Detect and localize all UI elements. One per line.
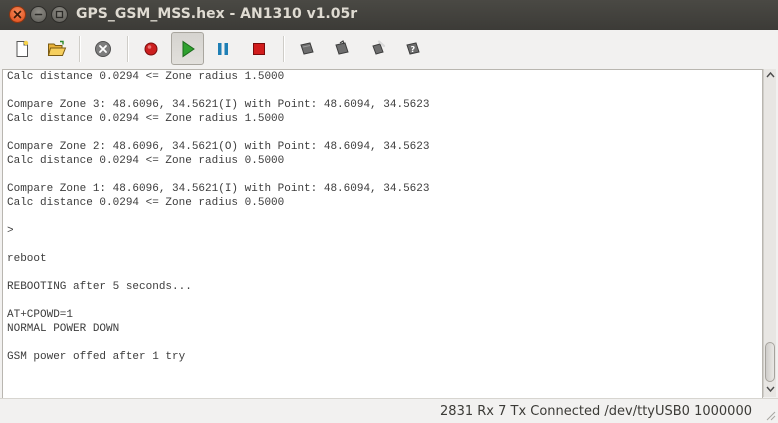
console-line: Compare Zone 3: 48.6096, 34.5621(I) with…: [7, 99, 430, 111]
console-output[interactable]: Calc distance 0.0294 <= Zone radius 1.50…: [2, 69, 763, 399]
read-device-button[interactable]: [292, 34, 322, 64]
close-window-button[interactable]: [9, 6, 26, 23]
open-folder-icon: [47, 40, 67, 56]
chip-erase-icon: [372, 40, 386, 55]
connection-status: 2831 Rx 7 Tx Connected /dev/ttyUSB0 1000…: [440, 404, 752, 419]
record-icon: [144, 42, 158, 56]
chip-write-icon: [335, 40, 349, 55]
window-title: GPS_GSM_MSS.hex - AN1310 v1.05r: [76, 6, 358, 22]
console-line: Compare Zone 1: 48.6096, 34.5621(I) with…: [7, 183, 430, 195]
open-file-button[interactable]: [42, 34, 72, 64]
application-window: GPS_GSM_MSS.hex - AN1310 v1.05r ? Calc d…: [0, 0, 778, 423]
console-line: reboot: [7, 253, 47, 265]
console-line: Compare Zone 2: 48.6096, 34.5621(O) with…: [7, 141, 430, 153]
pause-icon: [218, 43, 228, 55]
svg-text:?: ?: [411, 45, 416, 54]
record-button[interactable]: [136, 34, 166, 64]
maximize-icon: [55, 10, 64, 19]
console-line: >: [7, 225, 14, 237]
stop-icon: [253, 43, 265, 55]
erase-device-button[interactable]: [363, 34, 393, 64]
console-line: Calc distance 0.0294 <= Zone radius 1.50…: [7, 71, 285, 83]
status-bar: 2831 Rx 7 Tx Connected /dev/ttyUSB0 1000…: [0, 398, 778, 423]
abort-button[interactable]: [88, 34, 118, 64]
minimize-icon: [34, 13, 43, 16]
console-line: Calc distance 0.0294 <= Zone radius 0.50…: [7, 155, 285, 167]
chevron-up-icon: [766, 71, 775, 78]
console-line: GSM power offed after 1 try: [7, 351, 186, 363]
console-scrollbar[interactable]: [763, 69, 776, 397]
scrollbar-thumb[interactable]: [765, 342, 775, 382]
new-file-button[interactable]: [7, 34, 37, 64]
maximize-window-button[interactable]: [51, 6, 68, 23]
toolbar: ?: [0, 30, 778, 68]
pause-button[interactable]: [208, 34, 238, 64]
run-button[interactable]: [171, 32, 204, 65]
console-text: Calc distance 0.0294 <= Zone radius 1.50…: [3, 70, 762, 364]
chevron-down-icon: [766, 386, 775, 393]
stop-button[interactable]: [244, 34, 274, 64]
console-line: Calc distance 0.0294 <= Zone radius 0.50…: [7, 197, 285, 209]
scroll-down-arrow[interactable]: [766, 385, 775, 395]
minimize-window-button[interactable]: [30, 6, 47, 23]
title-bar: GPS_GSM_MSS.hex - AN1310 v1.05r: [0, 0, 778, 30]
chip-verify-icon: ?: [406, 42, 420, 55]
resize-grip-icon[interactable]: [764, 409, 776, 421]
verify-device-button[interactable]: ?: [398, 34, 428, 64]
write-device-button[interactable]: [327, 34, 357, 64]
play-icon: [182, 40, 195, 57]
new-document-icon: [16, 40, 29, 57]
scroll-up-arrow[interactable]: [766, 71, 775, 81]
console-line: REBOOTING after 5 seconds...: [7, 281, 192, 293]
console-line: NORMAL POWER DOWN: [7, 323, 120, 335]
cancel-icon: [95, 41, 111, 57]
chip-read-icon: [300, 42, 314, 55]
console-line: AT+CPOWD=1: [7, 309, 74, 321]
close-icon: [13, 10, 22, 19]
console-line: Calc distance 0.0294 <= Zone radius 1.50…: [7, 113, 285, 125]
